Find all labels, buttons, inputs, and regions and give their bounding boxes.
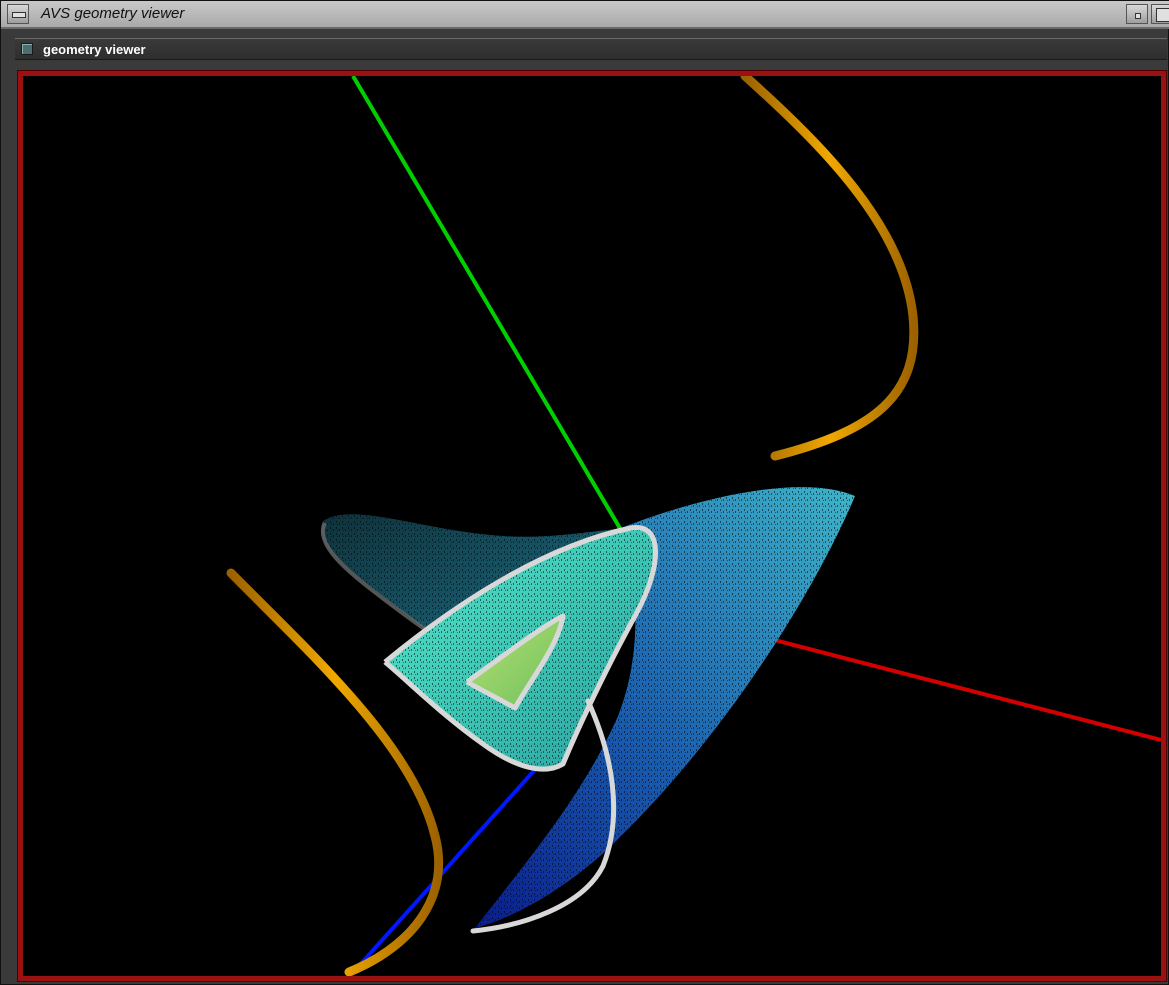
minimize-icon: [1135, 13, 1141, 19]
window-menu-icon: [12, 12, 26, 18]
app-window: AVS geometry viewer geometry viewer: [0, 0, 1169, 985]
minimize-button[interactable]: [1126, 4, 1148, 24]
window-menu-button[interactable]: [7, 4, 29, 24]
panel-toggle-icon[interactable]: [21, 43, 33, 55]
geometry-viewport[interactable]: [23, 76, 1161, 976]
x-axis: [758, 634, 1161, 742]
viewport-frame: [17, 70, 1167, 982]
panel-header: geometry viewer: [15, 38, 1167, 60]
scene-canvas[interactable]: [23, 76, 1161, 976]
window-title: AVS geometry viewer: [41, 5, 185, 22]
maximize-button[interactable]: [1151, 4, 1169, 24]
maximize-icon: [1156, 8, 1169, 22]
upper-tube-curve: [740, 76, 919, 461]
title-bar[interactable]: AVS geometry viewer: [1, 1, 1169, 29]
y-axis: [351, 76, 623, 532]
panel-label: geometry viewer: [43, 42, 146, 57]
